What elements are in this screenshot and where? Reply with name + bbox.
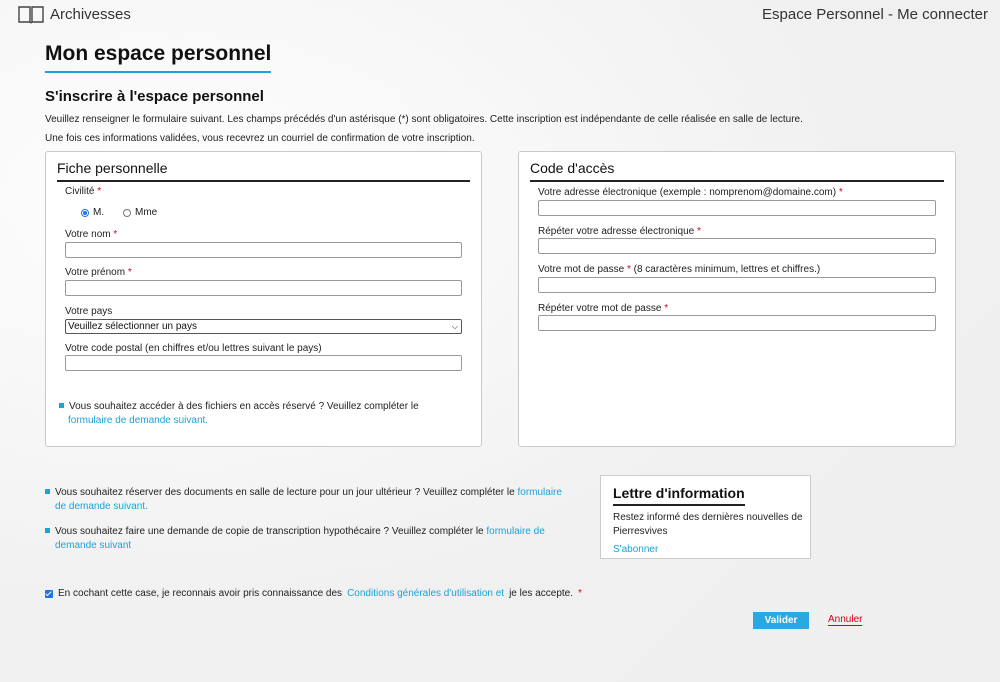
intro-text-1: Veuillez renseigner le formulaire suivan…: [45, 114, 803, 125]
country-label: Votre pays: [65, 306, 113, 317]
subscribe-link[interactable]: S'abonner: [613, 544, 658, 555]
section-title: S'inscrire à l'espace personnel: [45, 88, 264, 105]
account-login-link[interactable]: Espace Personnel - Me connecter: [762, 6, 988, 23]
password-input[interactable]: [538, 277, 936, 293]
first-name-input[interactable]: [65, 280, 462, 296]
intro-text-2: Une fois ces informations validées, vous…: [45, 133, 475, 144]
book-icon: [18, 6, 44, 24]
postal-code-input[interactable]: [65, 355, 462, 371]
postal-code-label: Votre code postal (en chiffres et/ou let…: [65, 343, 322, 354]
cancel-link[interactable]: Annuler: [828, 614, 863, 626]
copy-request-note: Vous souhaitez faire une demande de copi…: [45, 525, 575, 553]
personal-info-legend: Fiche personnelle: [57, 160, 470, 182]
reservation-form-link[interactable]: formulaire: [517, 487, 561, 498]
bullet-square-icon: [45, 528, 50, 533]
password-label: Votre mot de passe * (8 caractères minim…: [538, 264, 821, 275]
last-name-input[interactable]: [65, 242, 462, 258]
access-code-fieldset: Code d'accès Votre adresse électronique …: [518, 151, 956, 447]
radio-selected-icon: [81, 208, 89, 217]
terms-link[interactable]: Conditions générales d'utilisation et: [347, 588, 504, 599]
page-title: Mon espace personnel: [45, 42, 272, 73]
email-confirm-label: Répéter votre adresse électronique *: [538, 226, 701, 237]
first-name-label: Votre prénom *: [65, 267, 132, 278]
email-label: Votre adresse électronique (exemple : no…: [538, 187, 843, 198]
email-input[interactable]: [538, 200, 936, 216]
country-select[interactable]: Veuillez sélectionner un pays ⌵: [65, 319, 462, 334]
access-code-legend: Code d'accès: [530, 160, 944, 182]
email-confirm-input[interactable]: [538, 238, 936, 254]
bullet-square-icon: [59, 403, 64, 408]
bullet-square-icon: [45, 489, 50, 494]
reservation-note: Vous souhaitez réserver des documents en…: [45, 486, 575, 514]
logo-text: Archivesses: [50, 5, 131, 23]
submit-button[interactable]: Valider: [753, 612, 809, 629]
restricted-access-note: Vous souhaitez accéder à des fichiers en…: [59, 400, 469, 428]
newsletter-text: Restez informé des dernières nouvelles d…: [613, 512, 803, 537]
radio-unselected-icon: [123, 208, 131, 217]
copy-request-form-link[interactable]: formulaire de: [486, 526, 544, 537]
password-confirm-input[interactable]: [538, 315, 936, 331]
terms-checkbox[interactable]: [45, 589, 53, 598]
newsletter-box: Lettre d'information Restez informé des …: [600, 475, 811, 559]
top-bar: Archivesses Espace Personnel - Me connec…: [0, 0, 1000, 30]
copy-request-form-link-cont[interactable]: demande suivant: [55, 540, 131, 551]
password-confirm-label: Répéter votre mot de passe *: [538, 303, 669, 314]
civility-label: Civilité *: [65, 186, 102, 197]
restricted-access-form-link[interactable]: formulaire de demande suivant.: [68, 415, 208, 426]
civility-radio-mme[interactable]: Mme: [123, 207, 157, 218]
reservation-form-link-cont[interactable]: de demande suivant.: [55, 501, 148, 512]
newsletter-title: Lettre d'information: [613, 485, 745, 506]
last-name-label: Votre nom *: [65, 229, 118, 240]
site-logo[interactable]: Archivesses: [18, 4, 131, 24]
chevron-down-icon: ⌵: [451, 322, 458, 331]
civility-radio-m[interactable]: M.: [81, 207, 104, 218]
personal-info-fieldset: Fiche personnelle Civilité * M. Mme Votr…: [45, 151, 482, 447]
terms-row: En cochant cette case, je reconnais avoi…: [45, 588, 582, 599]
